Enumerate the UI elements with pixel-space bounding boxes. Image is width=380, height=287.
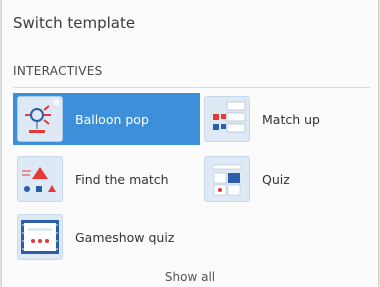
template-item-match-up[interactable]: Match up	[200, 93, 370, 145]
template-label: Gameshow quiz	[75, 229, 175, 245]
gameshow-quiz-thumbnail-icon	[17, 214, 63, 260]
panel-title: Switch template	[13, 14, 136, 32]
template-item-quiz[interactable]: Quiz	[200, 153, 370, 205]
template-item-gameshow-quiz[interactable]: Gameshow quiz	[13, 211, 200, 263]
template-label: Balloon pop	[75, 111, 149, 127]
balloon-pop-thumbnail-icon	[17, 96, 63, 142]
template-label: Quiz	[262, 171, 290, 187]
section-divider	[13, 87, 370, 88]
section-heading-interactives: INTERACTIVES	[13, 64, 103, 78]
match-up-thumbnail-icon	[204, 96, 250, 142]
template-label: Match up	[262, 111, 320, 127]
quiz-thumbnail-icon	[204, 156, 250, 202]
template-item-find-the-match[interactable]: Find the match	[13, 153, 200, 205]
find-the-match-thumbnail-icon	[17, 156, 63, 202]
show-all-link[interactable]: Show all	[2, 270, 378, 284]
template-item-balloon-pop[interactable]: Balloon pop	[13, 93, 200, 145]
template-label: Find the match	[75, 171, 169, 187]
switch-template-panel: Switch template INTERACTIVES Balloon pop	[2, 0, 378, 287]
